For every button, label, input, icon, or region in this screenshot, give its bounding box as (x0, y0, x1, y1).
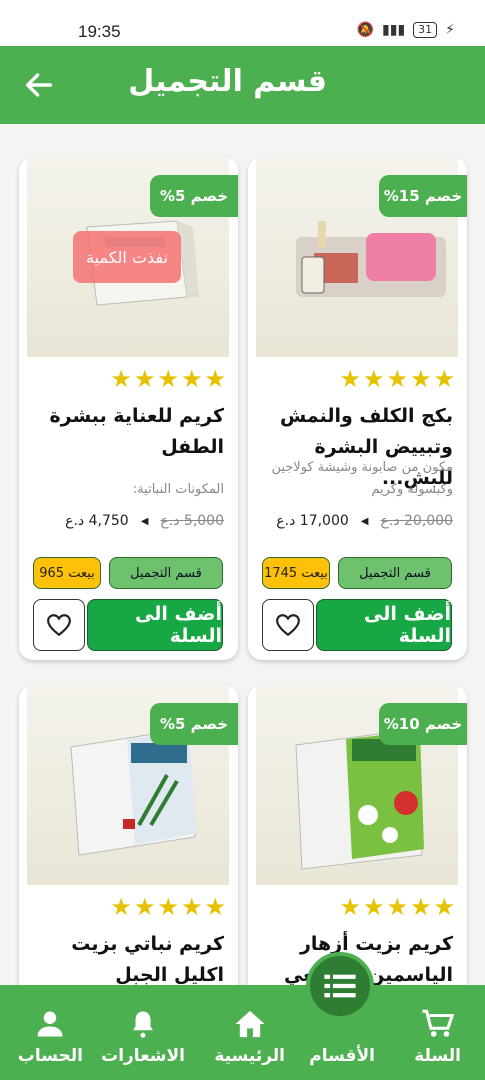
rating-stars: ★★★★★ (110, 365, 228, 393)
sold-count-badge: بيعت 1745 (262, 557, 330, 589)
add-to-cart-button[interactable]: أضف الى السلة (316, 599, 452, 651)
category-tag[interactable]: قسم التجميل (338, 557, 452, 589)
category-tag[interactable]: قسم التجميل (109, 557, 223, 589)
old-price: 5,000 د.ع (160, 513, 224, 529)
out-of-stock-overlay: نفذت الكمية (73, 231, 181, 283)
price-arrow-icon: ◀ (140, 515, 149, 527)
bell-icon (133, 1011, 154, 1038)
favorite-button[interactable] (33, 599, 85, 651)
home-icon (235, 1010, 265, 1038)
old-price: 20,000 د.ع (380, 513, 454, 529)
heart-icon (276, 614, 300, 637)
sold-count-badge: بيعت 965 (33, 557, 101, 589)
cart-icon (422, 1009, 454, 1037)
nav-notifications-label: الاشعارات (101, 1046, 185, 1066)
product-description: المكونات النباتية: (132, 482, 224, 497)
categories-fab[interactable] (306, 952, 374, 1020)
product-title[interactable]: كريم نباتي بزيت اكليل الجبل (29, 929, 224, 991)
discount-badge: خصم 10% (379, 703, 467, 745)
new-price: 4,750 د.ع (65, 513, 129, 529)
user-icon (37, 1011, 63, 1037)
bottom-nav: السلة الأقسام الرئيسية الاشعارات الحساب (0, 985, 485, 1080)
discount-badge: خصم 15% (379, 175, 467, 217)
nav-categories[interactable]: الأقسام (309, 1046, 375, 1066)
list-icon (324, 974, 356, 998)
back-arrow-icon[interactable] (22, 68, 56, 102)
nav-account-label: الحساب (17, 1046, 83, 1066)
price-row: 5,000 د.ع ◀ 4,750 د.ع (29, 513, 224, 529)
price-arrow-icon: ◀ (360, 515, 369, 527)
status-icons: 🔕 ▮▮▮ 31 ⚡ (357, 22, 455, 38)
nav-cart-label: السلة (414, 1046, 461, 1066)
page-title: قسم التجميل (128, 64, 327, 99)
rating-stars: ★★★★★ (339, 893, 457, 921)
add-to-cart-button[interactable]: أضف الى السلة (87, 599, 223, 651)
charging-icon: ⚡ (445, 22, 455, 38)
mute-icon: 🔕 (356, 22, 375, 38)
discount-badge: خصم 5% (150, 703, 238, 745)
new-price: 17,000 د.ع (276, 513, 349, 529)
nav-cart[interactable]: السلة (414, 1008, 461, 1066)
heart-icon (47, 614, 71, 637)
product-card[interactable]: نفذت الكمية خصم 5% ★★★★★ كريم للعناية بب… (19, 157, 238, 660)
product-description: مكون من صابونة وشيشة كولاجين وكبسولة وكر… (271, 460, 453, 497)
nav-categories-label: الأقسام (309, 1046, 375, 1066)
nav-notifications[interactable]: الاشعارات (101, 1008, 185, 1066)
nav-account[interactable]: الحساب (18, 1008, 83, 1066)
rating-stars: ★★★★★ (339, 365, 457, 393)
battery-icon: 31 (413, 22, 438, 38)
product-card[interactable]: خصم 15% ★★★★★ بكج الكلف والنمش وتبييض ال… (248, 157, 467, 660)
favorite-button[interactable] (262, 599, 314, 651)
status-time: 19:35 (78, 22, 121, 41)
discount-badge: خصم 5% (150, 175, 238, 217)
rating-stars: ★★★★★ (110, 893, 228, 921)
app-bar: قسم التجميل (0, 46, 485, 124)
nav-home-label: الرئيسية (214, 1046, 285, 1066)
product-title[interactable]: كريم للعناية ببشرة الطفل (29, 401, 224, 463)
product-card[interactable]: خصم 5% ★★★★★ كريم نباتي بزيت اكليل الجبل (19, 685, 238, 1005)
nav-home[interactable]: الرئيسية (214, 1008, 285, 1066)
price-row: 20,000 د.ع ◀ 17,000 د.ع (258, 513, 453, 529)
signal-icon: ▮▮▮ (382, 22, 406, 38)
